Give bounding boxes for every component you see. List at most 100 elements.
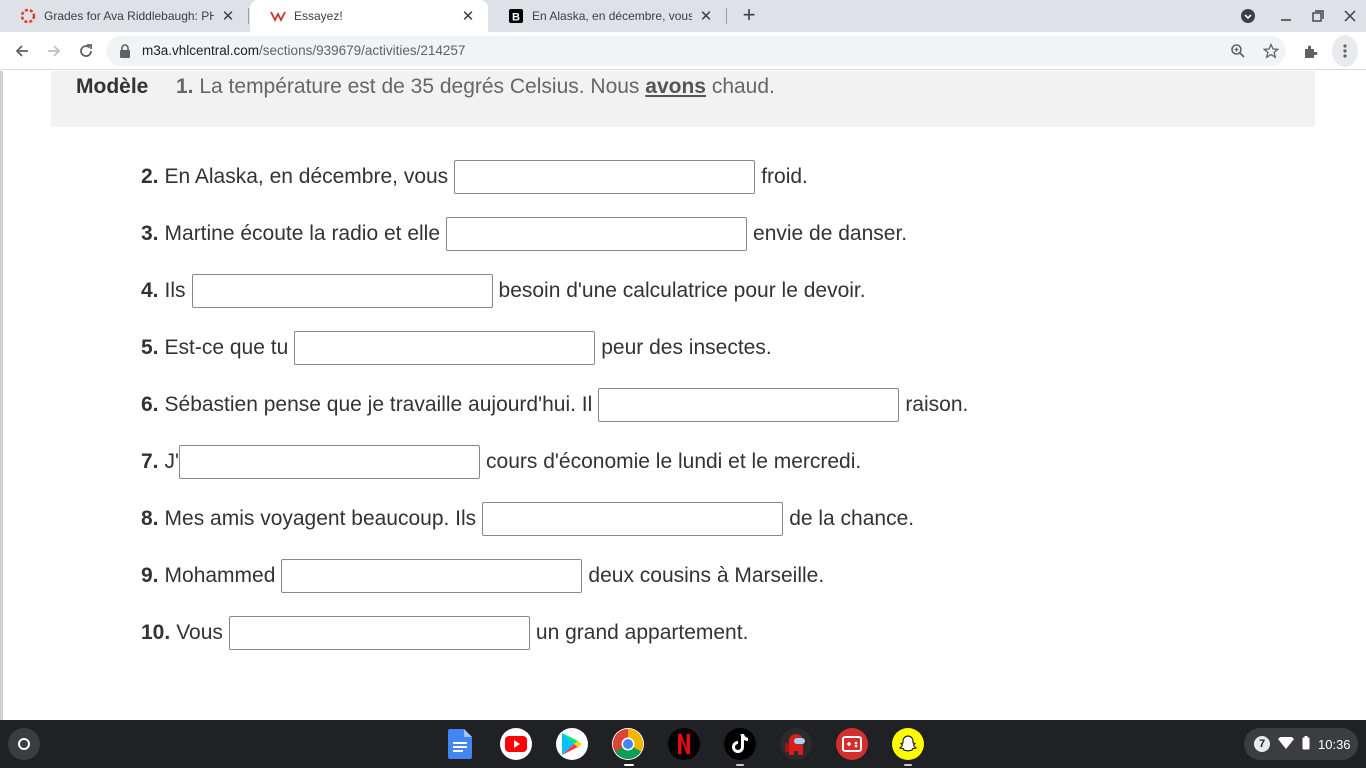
- game-icon[interactable]: [836, 728, 868, 760]
- tab-essayez[interactable]: Essayez! ✕: [250, 0, 488, 32]
- notification-count[interactable]: 7: [1254, 736, 1270, 752]
- close-window-icon[interactable]: [1340, 6, 1360, 26]
- question-text-before: En Alaska, en décembre, vous: [164, 165, 449, 188]
- launcher-icon[interactable]: [8, 728, 40, 760]
- question-text-before: Martine écoute la radio et elle: [164, 222, 441, 245]
- chrome-icon[interactable]: [612, 728, 644, 760]
- url-text[interactable]: m3a.vhlcentral.com/sections/939679/activ…: [142, 43, 465, 58]
- tab-title: Essayez!: [294, 9, 343, 23]
- close-icon[interactable]: ✕: [698, 8, 714, 25]
- question-number: 5.: [141, 336, 159, 359]
- answer-input-8[interactable]: [482, 502, 784, 536]
- vhl-icon: [270, 8, 286, 24]
- google-docs-icon[interactable]: [444, 728, 476, 760]
- bookmark-star-icon[interactable]: [1263, 43, 1279, 59]
- tab-title: En Alaska, en décembre, vous fr: [532, 9, 692, 23]
- question-number: 7.: [141, 450, 159, 473]
- svg-text:B: B: [512, 12, 520, 24]
- zoom-icon[interactable]: [1230, 43, 1246, 59]
- restore-icon[interactable]: [1308, 6, 1328, 26]
- question-text-after: un grand appartement.: [535, 621, 749, 644]
- question-text-before: Sébastien pense que je travaille aujourd…: [164, 393, 593, 416]
- address-bar[interactable]: m3a.vhlcentral.com/sections/939679/activ…: [106, 36, 1286, 66]
- model-text-after: chaud.: [711, 75, 775, 98]
- answer-input-5[interactable]: [294, 331, 596, 365]
- forward-icon[interactable]: [42, 39, 66, 63]
- open-app-indicator: [904, 764, 912, 766]
- question-text-after: envie de danser.: [753, 222, 908, 245]
- model-example: Modèle 1. La température est de 35 degré…: [51, 71, 1315, 127]
- tab-title: Grades for Ava Riddlebaugh: PH: [44, 9, 214, 23]
- minimize-icon[interactable]: [1276, 6, 1296, 26]
- question-text-after: besoin d'une calculatrice pour le devoir…: [498, 279, 866, 302]
- close-icon[interactable]: ✕: [220, 8, 236, 25]
- question-number: 3.: [141, 222, 159, 245]
- question-text-after: froid.: [761, 165, 808, 188]
- question-5: 5. Est-ce que tu peur des insectes.: [141, 331, 772, 365]
- chromeos-shelf: 7 10:36: [0, 720, 1366, 768]
- question-6: 6. Sébastien pense que je travaille aujo…: [141, 388, 968, 422]
- answer-input-7[interactable]: [179, 445, 481, 479]
- answer-input-4[interactable]: [191, 274, 493, 308]
- question-7: 7. J' cours d'économie le lundi et le me…: [141, 445, 861, 479]
- active-app-indicator: [624, 764, 634, 766]
- status-area[interactable]: 7 10:36: [1244, 728, 1358, 760]
- clock: 10:36: [1318, 736, 1351, 752]
- back-icon[interactable]: [10, 39, 34, 63]
- answer-input-10[interactable]: [228, 616, 530, 650]
- url-host: m3a.vhlcentral.com: [142, 43, 260, 58]
- tab-separator: [726, 8, 727, 24]
- model-number: 1.: [176, 75, 194, 98]
- question-number: 6.: [141, 393, 159, 416]
- new-tab-button[interactable]: +: [737, 4, 761, 28]
- snapchat-icon[interactable]: [892, 728, 924, 760]
- lock-icon[interactable]: [118, 43, 134, 59]
- question-text-before: Vous: [176, 621, 223, 644]
- question-text-after: cours d'économie le lundi et le mercredi…: [486, 450, 862, 473]
- close-icon[interactable]: ✕: [460, 8, 476, 25]
- reload-icon[interactable]: [74, 39, 98, 63]
- tab-separator: [248, 8, 249, 24]
- tab-brainly[interactable]: B En Alaska, en décembre, vous fr ✕: [488, 0, 726, 32]
- chrome-menu-icon[interactable]: [1332, 35, 1358, 67]
- brainly-icon: B: [508, 8, 524, 24]
- question-text-after: de la chance.: [789, 507, 915, 530]
- model-answer: avons: [645, 75, 706, 98]
- tab-strip: Grades for Ava Riddlebaugh: PH ✕ Essayez…: [0, 0, 1366, 32]
- question-text-after: raison.: [905, 393, 969, 416]
- tab-search-icon[interactable]: [1238, 6, 1258, 26]
- answer-input-9[interactable]: [281, 559, 583, 593]
- question-number: 9.: [141, 564, 159, 587]
- answer-input-3[interactable]: [446, 217, 748, 251]
- among-us-icon[interactable]: [780, 728, 812, 760]
- extensions-icon[interactable]: [1301, 41, 1321, 61]
- question-9: 9. Mohammed deux cousins à Marseille.: [141, 559, 824, 593]
- question-8: 8. Mes amis voyagent beaucoup. Ils de la…: [141, 502, 914, 536]
- netflix-icon[interactable]: [668, 728, 700, 760]
- canvas-icon: [20, 8, 36, 24]
- question-number: 8.: [141, 507, 159, 530]
- tiktok-icon[interactable]: [724, 728, 756, 760]
- question-number: 10.: [141, 621, 171, 644]
- question-text-before: Est-ce que tu: [164, 336, 289, 359]
- question-10: 10. Vous un grand appartement.: [141, 616, 748, 650]
- battery-icon: [1302, 735, 1310, 753]
- answer-input-6[interactable]: [598, 388, 900, 422]
- play-store-icon[interactable]: [556, 728, 588, 760]
- question-4: 4. Ils besoin d'une calculatrice pour le…: [141, 274, 866, 308]
- answer-input-2[interactable]: [454, 160, 756, 194]
- tab-grades[interactable]: Grades for Ava Riddlebaugh: PH ✕: [0, 0, 248, 32]
- question-text-before: Ils: [164, 279, 186, 302]
- question-text-before: J': [164, 450, 180, 473]
- model-label: Modèle: [76, 75, 149, 98]
- question-3: 3. Martine écoute la radio et elle envie…: [141, 217, 907, 251]
- model-text-before: La température est de 35 degrés Celsius.…: [199, 75, 640, 98]
- browser-toolbar: m3a.vhlcentral.com/sections/939679/activ…: [0, 32, 1366, 70]
- question-number: 2.: [141, 165, 159, 188]
- wifi-icon: [1278, 735, 1294, 752]
- question-number: 4.: [141, 279, 159, 302]
- question-text-after: deux cousins à Marseille.: [588, 564, 825, 587]
- question-text-before: Mes amis voyagent beaucoup. Ils: [164, 507, 477, 530]
- youtube-icon[interactable]: [500, 728, 532, 760]
- open-app-indicator: [736, 764, 744, 766]
